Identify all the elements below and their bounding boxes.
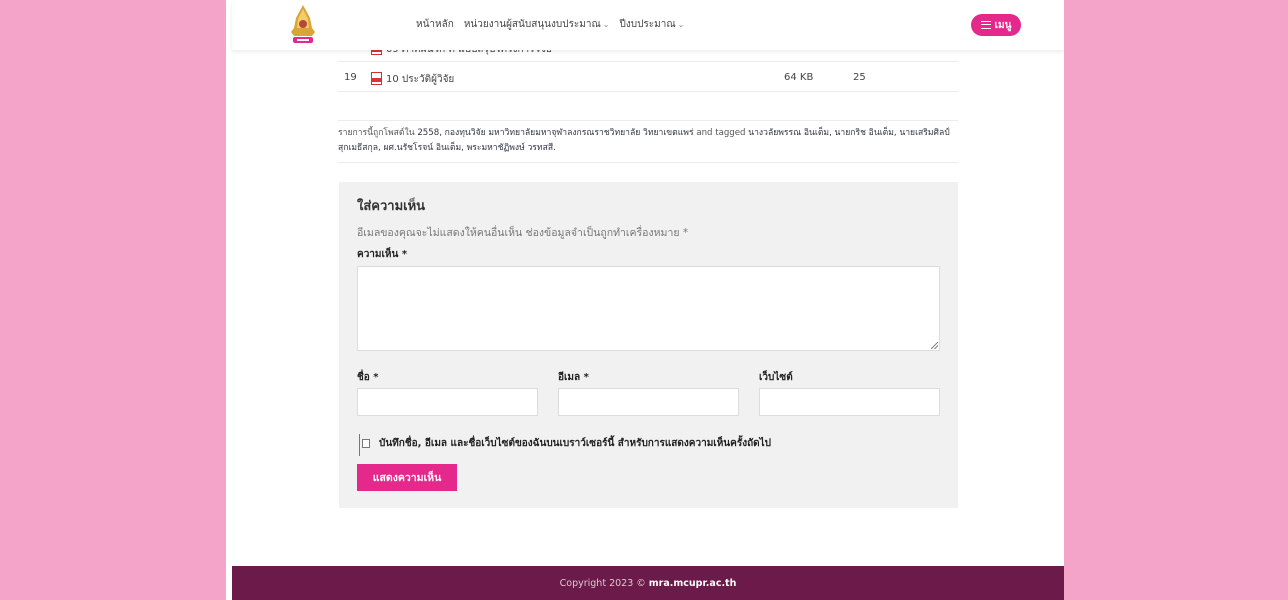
page-container: หน้าหลัก หน่วยงานผู้สนับสนุนงบประมาณ ⌄ ปี… [226, 0, 1064, 600]
meta-prefix: รายการนี้ถูกโพสต์ใน [338, 128, 415, 138]
comment-form-title: ใส่ความเห็น [357, 199, 426, 214]
meta-tagged: and tagged [696, 128, 746, 138]
download-count: 25 [853, 72, 866, 83]
comment-notes: อีเมลของคุณจะไม่แสดงให้คนอื่นเห็น ช่องข้… [357, 227, 689, 239]
chevron-down-icon: ⌄ [677, 20, 685, 29]
nav-funding-agency[interactable]: หน่วยงานผู้สนับสนุนงบประมาณ ⌄ [464, 17, 610, 32]
comment-textarea[interactable] [357, 266, 940, 351]
post-meta: รายการนี้ถูกโพสต์ใน 2558, กองทุนวิจัย มห… [338, 120, 958, 163]
email-input[interactable] [558, 388, 739, 416]
site-footer: Copyright 2023 © mra.mcupr.ac.th [232, 566, 1064, 600]
file-size: 64 KB [784, 72, 814, 83]
website-input[interactable] [759, 388, 940, 416]
chevron-down-icon: ⌄ [602, 20, 610, 29]
footer-site-link[interactable]: mra.mcupr.ac.th [649, 578, 737, 589]
hamburger-icon [980, 21, 991, 29]
resize-handle-icon[interactable] [931, 342, 938, 349]
website-label: เว็บไซต์ [759, 372, 793, 383]
category-links[interactable]: 2558, กองทุนวิจัย มหาวิทยาลัยมหาจุฬาลงกร… [417, 128, 693, 138]
nav-fiscal-year[interactable]: ปีงบประมาณ ⌄ [620, 17, 685, 32]
university-logo[interactable] [288, 4, 318, 46]
menu-button[interactable]: เมนู [971, 14, 1021, 36]
row-number: 19 [344, 72, 357, 83]
save-info-checkbox[interactable] [359, 434, 370, 456]
comment-form: ใส่ความเห็น อีเมลของคุณจะไม่แสดงให้คนอื่… [339, 182, 958, 508]
submit-comment-button[interactable]: แสดงความเห็น [357, 464, 457, 491]
site-header: หน้าหลัก หน่วยงานผู้สนับสนุนงบประมาณ ⌄ ปี… [232, 0, 1064, 50]
name-input[interactable] [357, 388, 538, 416]
name-label: ชื่อ * [357, 372, 379, 383]
file-link[interactable]: 10 ประวัติผู้วิจัย [386, 72, 454, 87]
main-nav: หน้าหลัก หน่วยงานผู้สนับสนุนงบประมาณ ⌄ ปี… [416, 17, 684, 32]
copyright-text: Copyright 2023 © [559, 577, 646, 589]
comment-label: ความเห็น * [357, 249, 408, 260]
email-label: อีเมล * [558, 372, 589, 383]
menu-label: เมนู [994, 19, 1012, 31]
table-row: 19 10 ประวัติผู้วิจัย 64 KB 25 [338, 66, 958, 92]
pdf-icon [371, 72, 382, 85]
nav-home[interactable]: หน้าหลัก [416, 17, 454, 32]
save-info-label: บันทึกชื่อ, อีเมล และชื่อเว็บไซต์ของฉันบ… [379, 438, 772, 449]
